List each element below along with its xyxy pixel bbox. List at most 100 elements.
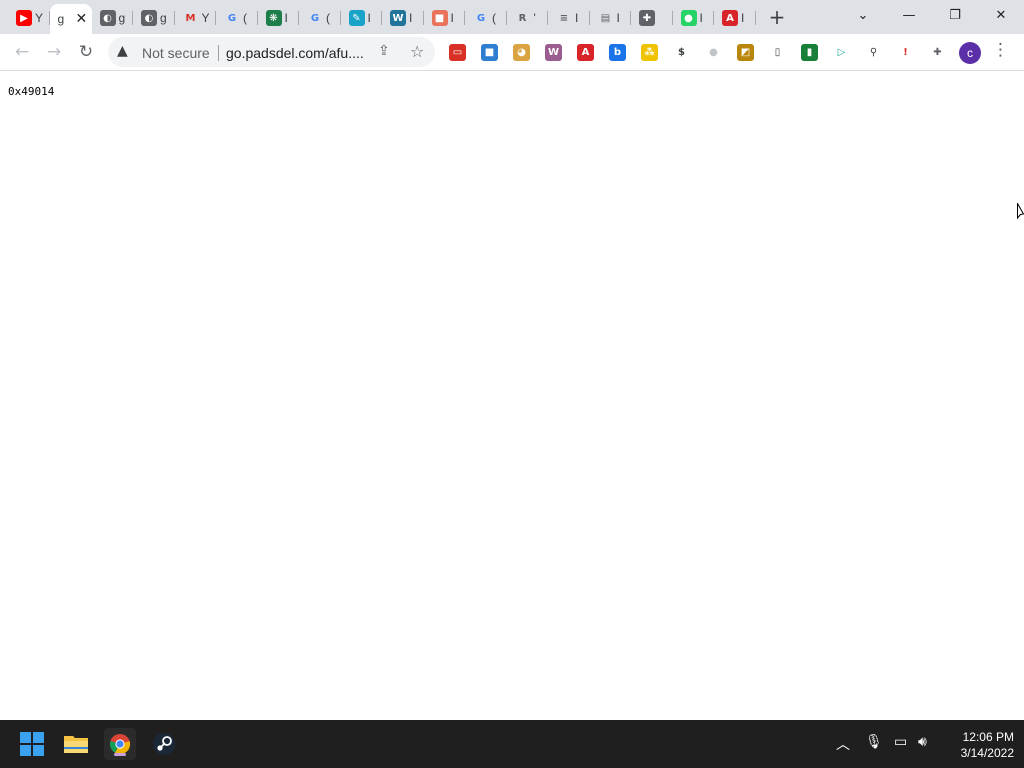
leaf-icon: ❋	[265, 10, 282, 26]
gmail-icon: M	[185, 12, 196, 24]
back-button[interactable]: ←	[8, 38, 36, 66]
tab-title: I	[699, 11, 703, 25]
show-hidden-icons-button[interactable]: ︿	[836, 734, 850, 754]
close-window-button[interactable]: ✕	[978, 0, 1024, 30]
ext-ask-icon[interactable]: A	[577, 44, 594, 61]
new-tab-button[interactable]: +	[763, 5, 791, 29]
tab[interactable]: ✎ I	[341, 4, 382, 32]
windows-logo-icon	[20, 732, 44, 756]
google-icon: G	[310, 12, 320, 24]
reload-button[interactable]: ↻	[72, 38, 100, 66]
ext-b-icon[interactable]: b	[609, 44, 626, 61]
file-explorer-button[interactable]	[60, 728, 92, 760]
start-button[interactable]	[16, 728, 48, 760]
tab-title: g	[160, 11, 167, 25]
tab-close-icon[interactable]: ✕	[76, 11, 88, 27]
ext-doge-icon[interactable]: ◕	[513, 44, 530, 61]
profile-avatar[interactable]: c	[959, 42, 981, 64]
warning-icon[interactable]: ▲	[117, 43, 128, 59]
tab[interactable]: ▶ Y	[8, 4, 50, 32]
restore-button[interactable]: ❐	[932, 0, 978, 30]
globe-icon: ◐	[99, 10, 116, 26]
network-icon[interactable]: ▭	[894, 734, 907, 750]
tab[interactable]: ✚	[631, 4, 673, 32]
ext-moon-icon[interactable]: ●	[705, 44, 722, 61]
tab-title: g	[57, 12, 65, 26]
tab-title: '	[533, 11, 536, 25]
youtube-icon: ▶	[16, 10, 32, 26]
doc-icon: ▤	[600, 12, 611, 24]
tab-strip: ▶ Yg ✕ ◐ g ◐ g M Y G(❋ I G(✎ I W I ■ I G(R ' ≡ I ▤ I ✚ ● I A I + ⌄ — ❐ ✕	[0, 0, 1024, 34]
tab-title: Y	[35, 11, 43, 25]
tab-title: (	[243, 11, 247, 25]
ext-red-icon[interactable]: ▭	[449, 44, 466, 61]
minimize-button[interactable]: —	[886, 0, 932, 30]
page-text: 0x49014	[8, 85, 55, 98]
page-content: 0x49014	[0, 72, 1024, 720]
tab-active[interactable]: g ✕	[49, 4, 92, 34]
tab-separator	[754, 11, 756, 25]
tab-title: (	[326, 11, 330, 25]
tab[interactable]: ≡ I	[548, 4, 590, 32]
microphone-icon[interactable]: 🎙︎	[865, 734, 883, 750]
ext-woocommerce-icon[interactable]: W	[545, 44, 562, 61]
extensions-puzzle-icon[interactable]: ✚	[929, 44, 946, 61]
tab-title: I	[575, 11, 579, 25]
chrome-taskbar-button[interactable]	[104, 728, 136, 760]
sketch-icon: ✎	[348, 10, 365, 26]
ext-grid-icon[interactable]: ⁂	[641, 44, 658, 61]
bookmark-star-icon[interactable]: ☆	[410, 42, 424, 61]
omnibox-divider	[218, 45, 219, 61]
tab[interactable]: G(	[299, 4, 341, 32]
tab-title: I	[367, 11, 371, 25]
tab-search-button[interactable]: ⌄	[840, 0, 886, 30]
clock-date: 3/14/2022	[960, 746, 1014, 760]
browser-toolbar: ← → ↻ ▲ Not secure go.padsdel.com/afu...…	[0, 34, 1024, 71]
url-text[interactable]: go.padsdel.com/afu....	[226, 45, 364, 61]
tab[interactable]: G(	[216, 4, 258, 32]
windows-taskbar: ︿ 🎙︎ ▭ 🔊︎ 12:06 PM 3/14/2022	[0, 720, 1024, 768]
volume-icon[interactable]: 🔊︎	[918, 734, 927, 750]
tab[interactable]: AI	[714, 4, 756, 32]
google-icon: G	[227, 12, 237, 24]
steam-icon	[153, 733, 175, 755]
ext-box-icon[interactable]: ◩	[737, 44, 754, 61]
tab[interactable]: ◐ g	[133, 4, 175, 32]
taskbar-clock[interactable]: 12:06 PM 3/14/2022	[944, 729, 1014, 761]
forward-button[interactable]: →	[40, 38, 68, 66]
tab[interactable]: G(	[465, 4, 507, 32]
ext-page-icon[interactable]: ▯	[769, 44, 786, 61]
tab-title: I	[450, 11, 454, 25]
share-icon[interactable]: ⇪	[378, 43, 390, 59]
ext-play-icon[interactable]: ▷	[833, 44, 850, 61]
ext-magnifier-icon[interactable]: ⚲	[865, 44, 882, 61]
tab[interactable]: MY	[175, 4, 216, 32]
tab[interactable]: R '	[507, 4, 548, 32]
tab[interactable]: WI	[382, 4, 424, 32]
chat-icon: ●	[680, 10, 697, 26]
tab-title: Y	[201, 11, 210, 25]
r-icon: R	[518, 12, 527, 24]
puzzle-icon: ✚	[639, 10, 655, 26]
active-app-indicator	[114, 753, 126, 756]
tab-title: I	[284, 11, 288, 25]
tab[interactable]: ■ I	[424, 4, 465, 32]
steam-taskbar-button[interactable]	[148, 728, 180, 760]
tab-title: I	[616, 11, 620, 25]
ext-exclaim-icon[interactable]: !	[897, 44, 914, 61]
tab[interactable]: ▤ I	[590, 4, 631, 32]
security-status[interactable]: Not secure	[142, 45, 210, 61]
ext-green-icon[interactable]: ▮	[801, 44, 818, 61]
ask-icon: A	[722, 10, 738, 26]
folder-icon	[64, 736, 88, 753]
tab-title: I	[741, 11, 745, 25]
tab[interactable]: ❋ I	[258, 4, 299, 32]
ext-square-icon[interactable]: ■	[481, 44, 498, 61]
address-bar[interactable]: ▲ Not secure go.padsdel.com/afu.... ⇪ ☆	[108, 37, 435, 67]
tab[interactable]: ● I	[673, 4, 714, 32]
ext-dollar-icon[interactable]: $	[673, 44, 690, 61]
menu-icon[interactable]: ⋮	[992, 40, 1009, 60]
tab[interactable]: ◐ g	[92, 4, 133, 32]
globe-icon: ◐	[141, 10, 157, 26]
tab-title: I	[409, 11, 413, 25]
